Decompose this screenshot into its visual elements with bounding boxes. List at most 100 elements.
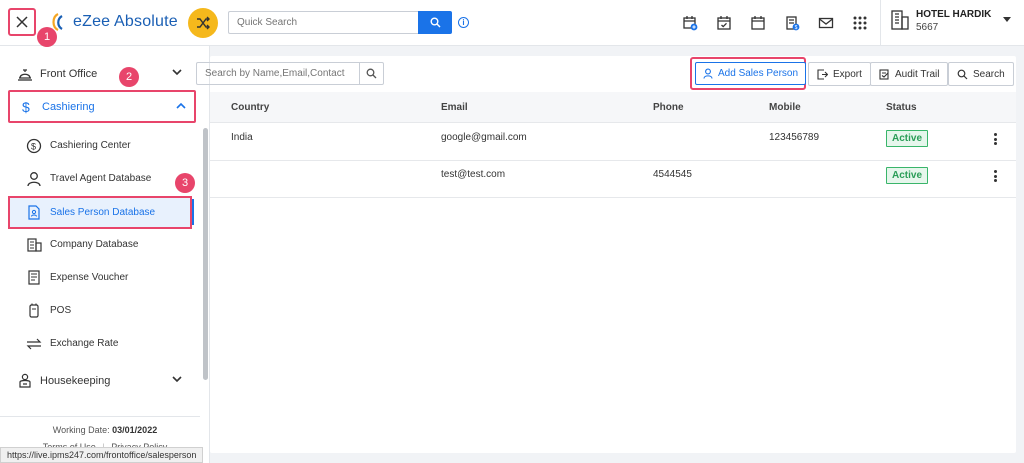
sidebar-item-label: Cashiering Center [50,140,131,151]
sidebar-item-exchange-rate[interactable]: Exchange Rate [0,327,200,360]
col-country[interactable]: Country [231,102,269,113]
audit-trail-button[interactable]: Audit Trail [870,62,949,86]
grid-search [196,62,384,85]
calendar-add-icon[interactable] [680,13,700,33]
export-button[interactable]: Export [808,62,871,86]
col-email[interactable]: Email [441,102,468,113]
table-row[interactable]: test@test.com 4544545 Active [210,161,1016,198]
col-status[interactable]: Status [886,102,917,113]
working-date-value: 03/01/2022 [112,425,158,435]
id-card-icon [26,205,42,221]
app-logo[interactable]: eZee Absolute [48,11,178,33]
top-icon-bar: $ [680,13,870,33]
sidebar-item-label: POS [50,305,72,316]
sidebar-item-company-database[interactable]: Company Database [0,228,200,261]
divider [880,0,881,46]
voucher-icon [26,270,42,286]
col-mobile[interactable]: Mobile [769,102,801,113]
calendar-check-icon[interactable] [714,13,734,33]
step-badge-2: 2 [119,67,139,87]
search-icon [430,17,440,28]
building-icon [891,10,909,30]
mail-icon[interactable] [816,13,836,33]
audit-trail-label: Audit Trail [895,68,940,80]
app-name: eZee Absolute [73,13,178,30]
shuffle-icon [197,16,210,30]
svg-text:$: $ [31,141,36,151]
sidebar-item-pos[interactable]: POS [0,294,200,327]
sidebar-item-label: Exchange Rate [50,338,119,349]
person-icon [26,171,42,187]
status-badge: Active [886,167,929,184]
bell-icon [16,65,34,83]
calendar-icon[interactable] [748,13,768,33]
cell-email: test@test.com [441,169,506,180]
sidebar-item-travel-agent[interactable]: Travel Agent Database [0,162,200,195]
status-bar-url: https://live.ipms247.com/frontoffice/sal… [0,447,204,463]
sidebar-item-label: Sales Person Database [50,207,156,218]
export-icon [817,68,828,80]
svg-text:$: $ [22,99,30,115]
chevron-down-icon [172,376,182,383]
active-indicator [192,199,194,225]
col-phone[interactable]: Phone [653,102,684,113]
search-icon [957,69,968,80]
chevron-up-icon [176,102,186,109]
sidebar-item-label: Cashiering [42,100,95,113]
cell-mobile: 123456789 [769,132,820,143]
close-menu-button[interactable] [8,8,36,36]
search-button[interactable]: Search [948,62,1014,86]
exchange-icon [26,336,42,352]
grid-search-input[interactable] [197,63,357,84]
working-date-label: Working Date: [52,425,110,435]
sidebar-item-cashiering[interactable]: $ Cashiering [8,90,196,123]
row-menu-icon[interactable] [990,131,1000,147]
housekeeping-icon [16,372,34,390]
sidebar: Front Office $ Cashiering $ Cashiering C… [0,46,210,463]
shuffle-button[interactable] [188,8,218,38]
sidebar-item-housekeeping[interactable]: Housekeeping [0,364,200,397]
hotel-name: HOTEL HARDIK [916,9,992,20]
audit-icon [879,68,890,80]
sidebar-item-cashiering-center[interactable]: $ Cashiering Center [0,129,200,162]
cell-email: google@gmail.com [441,132,527,143]
quick-search-button[interactable] [418,11,452,34]
sidebar-item-label: Travel Agent Database [50,173,152,184]
cell-country: India [231,132,253,143]
caret-down-icon[interactable] [1003,17,1011,22]
table-header: Country Email Phone Mobile Status [210,92,1016,123]
sidebar-item-expense-voucher[interactable]: Expense Voucher [0,261,200,294]
step-badge-1: 1 [37,27,57,47]
dollar-circle-icon: $ [26,138,42,154]
building-icon [26,237,42,253]
info-icon[interactable]: i [458,17,469,28]
quick-search-input[interactable] [228,11,418,34]
sidebar-item-label: Housekeeping [40,374,111,387]
chevron-down-icon [172,69,182,76]
cell-phone: 4544545 [653,169,692,180]
sidebar-item-label: Expense Voucher [50,272,129,283]
top-bar: eZee Absolute i $ HOTEL HARDIK 56 [0,0,1024,46]
search-label: Search [973,68,1005,80]
close-icon [16,16,28,28]
table-row[interactable]: India google@gmail.com 123456789 Active [210,124,1016,161]
search-icon [366,68,377,79]
add-sales-person-button[interactable]: Add Sales Person [695,62,807,85]
sidebar-item-label: Company Database [50,239,139,250]
apps-grid-icon[interactable] [850,13,870,33]
svg-text:$: $ [795,25,798,31]
hotel-selector[interactable]: HOTEL HARDIK 5667 [890,9,991,33]
working-date: Working Date: 03/01/2022 [0,425,210,435]
sidebar-scrollbar[interactable] [203,128,208,380]
pos-icon [26,303,42,319]
add-sales-person-label: Add Sales Person [718,68,799,79]
grid-search-button[interactable] [359,63,383,84]
sidebar-item-sales-person[interactable]: Sales Person Database [8,196,192,229]
hotel-code: 5667 [916,22,939,33]
sidebar-item-label: Front Office [40,67,98,80]
row-menu-icon[interactable] [990,168,1000,184]
export-label: Export [833,68,862,80]
sidebar-item-front-office[interactable]: Front Office [0,57,200,90]
bill-icon[interactable]: $ [782,13,802,33]
dollar-icon: $ [18,98,36,116]
